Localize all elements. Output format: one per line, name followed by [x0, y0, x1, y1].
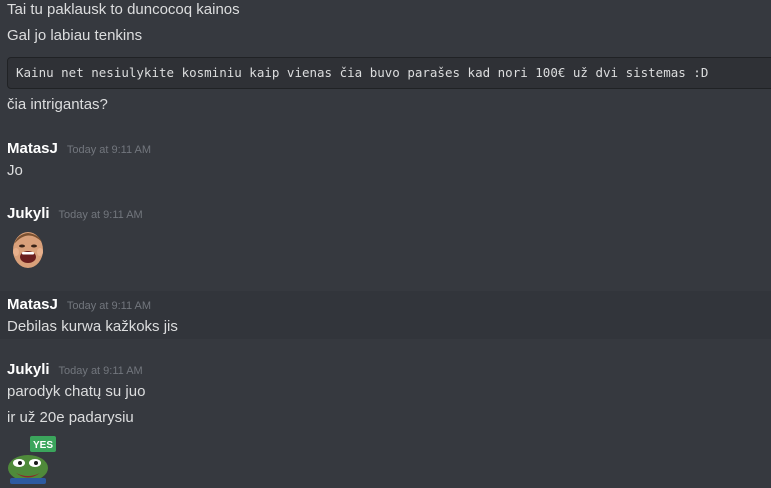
laughing-kid-emoji[interactable]	[10, 228, 46, 270]
timestamp: Today at 9:11 AM	[58, 365, 143, 377]
message-header: MatasJ Today at 9:11 AM	[7, 140, 151, 157]
message-text: Tai tu paklausk to duncocoq kainos	[7, 1, 240, 18]
username[interactable]: MatasJ	[7, 296, 58, 313]
username[interactable]: Jukyli	[7, 205, 50, 222]
timestamp: Today at 9:11 AM	[66, 300, 152, 312]
message-header: Jukyli Today at 9:11 AM	[7, 361, 143, 378]
timestamp: Today at 9:11 AM	[66, 144, 152, 156]
message-header: MatasJ Today at 9:11 AM	[7, 296, 151, 313]
message-text: Gal jo labiau tenkins	[7, 27, 143, 44]
message-header: Jukyli Today at 9:11 AM	[7, 205, 143, 222]
message-text: ir už 20e padarysiu	[7, 409, 134, 426]
username[interactable]: Jukyli	[7, 361, 50, 378]
message-text: Jo	[7, 162, 23, 179]
message-text: parodyk chatų su juo	[7, 383, 146, 400]
message-text: Debilas kurwa kažkoks jis	[7, 318, 178, 335]
username[interactable]: MatasJ	[7, 140, 58, 157]
chat-messages: Tai tu paklausk to duncocoq kainos Gal j…	[0, 0, 771, 488]
yes-badge-label: YES	[33, 440, 53, 451]
timestamp: Today at 9:11 AM	[58, 209, 143, 221]
pepe-yes-emoji[interactable]: YES	[6, 436, 56, 484]
message-text: čia intrigantas?	[7, 96, 108, 113]
code-block: Kainu net nesiulykite kosminiu kaip vien…	[7, 57, 771, 89]
